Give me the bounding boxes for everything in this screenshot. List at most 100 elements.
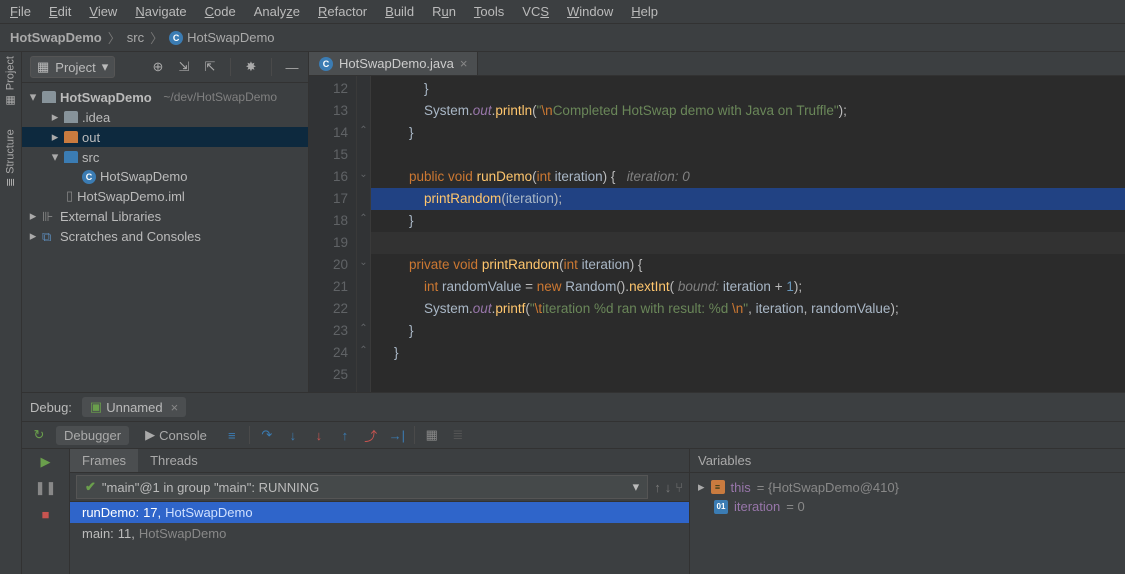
scratches-icon: ⧉	[42, 229, 56, 243]
step-out-icon[interactable]: ↑	[336, 426, 354, 444]
close-icon[interactable]: ×	[171, 400, 179, 415]
menu-view[interactable]: View	[89, 4, 117, 19]
chevron-right-icon[interactable]: ▸	[698, 479, 705, 495]
chevron-right-icon[interactable]: ▸	[28, 228, 38, 244]
tree-scratches[interactable]: ▸ ⧉ Scratches and Consoles	[22, 226, 308, 246]
menu-window[interactable]: Window	[567, 4, 613, 19]
project-tree[interactable]: ▾ HotSwapDemo ~/dev/HotSwapDemo ▸ .idea …	[22, 83, 308, 392]
menu-tools[interactable]: Tools	[474, 4, 504, 19]
breadcrumb-root[interactable]: HotSwapDemo	[10, 30, 102, 45]
breadcrumb-src[interactable]: src	[127, 30, 144, 45]
prev-frame-icon[interactable]: ↑	[654, 480, 661, 495]
chevron-right-icon[interactable]: ▸	[28, 208, 38, 224]
next-frame-icon[interactable]: ↓	[665, 480, 672, 495]
menu-code[interactable]: Code	[205, 4, 236, 19]
force-step-into-icon[interactable]: ↓	[310, 426, 328, 444]
gear-icon[interactable]: ✸	[243, 59, 259, 75]
menu-build[interactable]: Build	[385, 4, 414, 19]
fold-column[interactable]: ⌃⌄⌃⌄⌃⌃	[357, 76, 371, 392]
debug-title-bar: Debug: ▣ Unnamed ×	[22, 393, 1125, 422]
source-folder-icon	[64, 151, 78, 163]
debug-toolbar: ↻ Debugger ▶ Console ≡ ↷ ↓ ↓ ↑ ⤴ →| ▦ ≣	[22, 422, 1125, 449]
show-exec-point-icon[interactable]: ≡	[223, 426, 241, 444]
debug-label: Debug:	[30, 400, 72, 415]
debug-panel: Debug: ▣ Unnamed × ↻ Debugger ▶ Console …	[22, 392, 1125, 574]
chevron-right-icon[interactable]: ▸	[50, 109, 60, 125]
locate-icon[interactable]: ⊕	[150, 59, 166, 75]
menu-navigate[interactable]: Navigate	[135, 4, 186, 19]
resume-icon[interactable]: ▶	[37, 453, 55, 471]
tree-root[interactable]: ▾ HotSwapDemo ~/dev/HotSwapDemo	[22, 87, 308, 107]
gutter[interactable]: 1213141516171819202122232425	[309, 76, 357, 392]
tree-idea[interactable]: ▸ .idea	[22, 107, 308, 127]
menu-analyze[interactable]: Analyze	[254, 4, 300, 19]
variable-row[interactable]: ▸ ≡ this = {HotSwapDemo@410}	[698, 477, 1117, 497]
expand-all-icon[interactable]: ⇲	[176, 59, 192, 75]
chevron-down-icon[interactable]: ▾	[28, 89, 38, 105]
threads-tab[interactable]: Threads	[138, 449, 210, 472]
chevron-down-icon: ▾	[102, 59, 109, 75]
variables-list[interactable]: ▸ ≡ this = {HotSwapDemo@410} 01 iteratio…	[690, 473, 1125, 574]
breadcrumb-class[interactable]: C HotSwapDemo	[169, 30, 274, 45]
class-icon: C	[82, 170, 96, 184]
trace-icon[interactable]: ≣	[449, 426, 467, 444]
chevron-down-icon[interactable]: ▾	[50, 149, 60, 165]
rerun-icon[interactable]: ↻	[30, 426, 48, 444]
variables-panel: Variables ▸ ≡ this = {HotSwapDemo@410} 0…	[690, 449, 1125, 574]
chevron-right-icon: 〉	[108, 28, 121, 47]
run-config-icon: ▣	[90, 399, 102, 415]
menu-bar: File Edit View Navigate Code Analyze Ref…	[0, 0, 1125, 24]
thread-dropdown[interactable]: ✔ "main"@1 in group "main": RUNNING ▾	[76, 475, 648, 499]
chevron-right-icon[interactable]: ▸	[50, 129, 60, 145]
editor-tab[interactable]: C HotSwapDemo.java ×	[309, 52, 478, 75]
pause-icon[interactable]: ❚❚	[37, 479, 55, 497]
console-tab[interactable]: ▶ Console	[137, 425, 215, 445]
drop-frame-icon[interactable]: ⤴	[362, 426, 380, 444]
thread-selector: ✔ "main"@1 in group "main": RUNNING ▾ ↑ …	[70, 473, 689, 502]
rail-project-button[interactable]: ▦ Project	[4, 56, 17, 107]
menu-vcs[interactable]: VCS	[522, 4, 549, 19]
debugger-tab[interactable]: Debugger	[56, 426, 129, 445]
editor-tabs: C HotSwapDemo.java ×	[309, 52, 1125, 76]
library-icon: ⊪	[42, 209, 56, 223]
code-editor[interactable]: 1213141516171819202122232425 ⌃⌄⌃⌄⌃⌃ } Sy…	[309, 76, 1125, 392]
folder-icon	[64, 131, 78, 143]
tree-iml[interactable]: ▯ HotSwapDemo.iml	[22, 186, 308, 206]
code-body[interactable]: } System.out.println("\nCompleted HotSwa…	[371, 76, 1125, 392]
project-panel: ▦ Project ▾ ⊕ ⇲ ⇱ ✸ — ▾	[22, 52, 309, 392]
project-view-dropdown[interactable]: ▦ Project ▾	[30, 56, 115, 78]
hide-icon[interactable]: —	[284, 59, 300, 75]
step-into-icon[interactable]: ↓	[284, 426, 302, 444]
tree-out[interactable]: ▸ out	[22, 127, 308, 147]
menu-run[interactable]: Run	[432, 4, 456, 19]
tree-class[interactable]: C HotSwapDemo	[22, 167, 308, 186]
chevron-right-icon: 〉	[150, 28, 163, 47]
frames-tab[interactable]: Frames	[70, 449, 138, 472]
collapse-all-icon[interactable]: ⇱	[202, 59, 218, 75]
stack-frame[interactable]: main:11, HotSwapDemo	[70, 523, 689, 544]
rail-structure-button[interactable]: ≣ Structure	[4, 129, 17, 187]
menu-edit[interactable]: Edit	[49, 4, 71, 19]
tool-window-bar: ▦ Project ≣ Structure	[0, 52, 22, 574]
variable-row[interactable]: 01 iteration = 0	[698, 497, 1117, 516]
menu-refactor[interactable]: Refactor	[318, 4, 367, 19]
iml-icon: ▯	[66, 188, 73, 204]
filter-icon[interactable]: ⑂	[675, 480, 683, 495]
menu-help[interactable]: Help	[631, 4, 658, 19]
evaluate-icon[interactable]: ▦	[423, 426, 441, 444]
structure-icon: ≣	[4, 178, 17, 187]
run-to-cursor-icon[interactable]: →|	[388, 426, 406, 444]
menu-file[interactable]: File	[10, 4, 31, 19]
step-over-icon[interactable]: ↷	[258, 426, 276, 444]
stack-frames[interactable]: runDemo:17, HotSwapDemo main:11, HotSwap…	[70, 502, 689, 574]
tree-libs[interactable]: ▸ ⊪ External Libraries	[22, 206, 308, 226]
run-config-name[interactable]: Unnamed	[106, 400, 162, 415]
close-icon[interactable]: ×	[460, 56, 468, 71]
tree-src[interactable]: ▾ src	[22, 147, 308, 167]
frames-panel: Frames Threads ✔ "main"@1 in group "main…	[70, 449, 690, 574]
stack-frame[interactable]: runDemo:17, HotSwapDemo	[70, 502, 689, 523]
stop-icon[interactable]: ■	[37, 505, 55, 523]
module-icon	[42, 91, 56, 103]
variables-title: Variables	[690, 449, 1125, 473]
frames-threads-tabs: Frames Threads	[70, 449, 689, 473]
